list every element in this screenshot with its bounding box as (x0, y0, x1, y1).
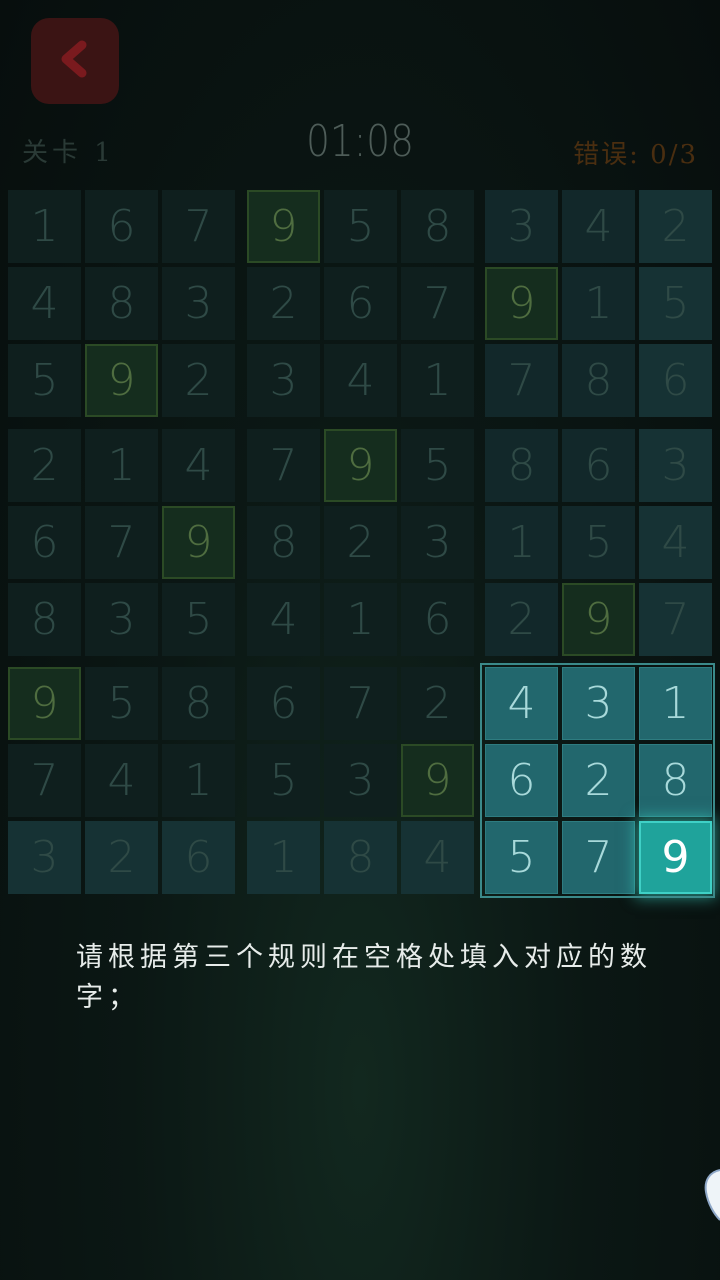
board-cell[interactable]: 5 (485, 821, 558, 894)
board-cell[interactable]: 2 (324, 506, 397, 579)
board-cell[interactable]: 1 (162, 744, 235, 817)
pointing-hand-icon (704, 1169, 720, 1221)
board-cell[interactable]: 1 (247, 821, 320, 894)
board-cell[interactable]: 5 (324, 190, 397, 263)
board-cell[interactable]: 6 (562, 429, 635, 502)
board-cell[interactable]: 8 (485, 429, 558, 502)
board-cell[interactable]: 3 (247, 344, 320, 417)
board-cell[interactable]: 3 (8, 821, 81, 894)
board-cell[interactable]: 7 (401, 267, 474, 340)
board-cell[interactable]: 1 (8, 190, 81, 263)
board-cell[interactable]: 4 (562, 190, 635, 263)
board-cell[interactable]: 5 (639, 267, 712, 340)
board-cell[interactable]: 2 (639, 190, 712, 263)
board-cell[interactable]: 7 (324, 667, 397, 740)
board-cell[interactable]: 3 (85, 583, 158, 656)
board-cell[interactable]: 7 (639, 583, 712, 656)
board-cell[interactable]: 7 (85, 506, 158, 579)
board-cell[interactable]: 4 (639, 506, 712, 579)
board-cell[interactable]: 6 (247, 667, 320, 740)
board-cell[interactable]: 8 (401, 190, 474, 263)
active-cell[interactable]: 9 (639, 821, 712, 894)
board-cell[interactable]: 9 (85, 344, 158, 417)
board-cell[interactable]: 4 (324, 344, 397, 417)
board-cell[interactable]: 2 (485, 583, 558, 656)
board-cell[interactable]: 6 (85, 190, 158, 263)
mistakes-counter: 错误: 0/3 (573, 140, 698, 170)
board-cell[interactable]: 8 (562, 344, 635, 417)
board-cell[interactable]: 2 (401, 667, 474, 740)
board-cell[interactable]: 6 (8, 506, 81, 579)
board-cell[interactable]: 8 (639, 744, 712, 817)
sudoku-screen: 关卡 1 01:08 错误: 0/3 167958342483267915592… (0, 0, 720, 1280)
board-cell[interactable]: 4 (8, 267, 81, 340)
board-cell[interactable]: 6 (162, 821, 235, 894)
board-cell[interactable]: 5 (8, 344, 81, 417)
board-cell[interactable]: 8 (324, 821, 397, 894)
board-cell[interactable]: 3 (162, 267, 235, 340)
board-cell[interactable]: 3 (324, 744, 397, 817)
board-cell[interactable]: 6 (324, 267, 397, 340)
board-cell[interactable]: 9 (562, 583, 635, 656)
board-cell[interactable]: 1 (85, 429, 158, 502)
board-cell[interactable]: 7 (8, 744, 81, 817)
board-cell[interactable]: 1 (401, 344, 474, 417)
board-cell[interactable]: 5 (162, 583, 235, 656)
board-cell[interactable]: 1 (639, 667, 712, 740)
board-cell[interactable]: 2 (162, 344, 235, 417)
board-cell[interactable]: 9 (8, 667, 81, 740)
board-cell[interactable]: 3 (401, 506, 474, 579)
board-cell[interactable]: 9 (485, 267, 558, 340)
chevron-left-icon (55, 39, 95, 83)
board-cell[interactable]: 7 (562, 821, 635, 894)
board-cell[interactable]: 4 (401, 821, 474, 894)
back-button[interactable] (31, 18, 119, 104)
board-cell[interactable]: 1 (324, 583, 397, 656)
board-cell[interactable]: 3 (639, 429, 712, 502)
board-cell[interactable]: 2 (247, 267, 320, 340)
board-cell[interactable]: 2 (85, 821, 158, 894)
board-cell[interactable]: 4 (85, 744, 158, 817)
board-cell[interactable]: 7 (162, 190, 235, 263)
instruction-text: 请根据第三个规则在空格处填入对应的数字； (76, 942, 652, 1013)
board-cell[interactable]: 8 (162, 667, 235, 740)
board-cell[interactable]: 9 (162, 506, 235, 579)
board-cell[interactable]: 5 (562, 506, 635, 579)
board-cell[interactable]: 8 (85, 267, 158, 340)
board-cell[interactable]: 7 (485, 344, 558, 417)
board-cell[interactable]: 1 (485, 506, 558, 579)
board-cell[interactable]: 8 (247, 506, 320, 579)
board-cell[interactable]: 9 (401, 744, 474, 817)
board-cell[interactable]: 7 (247, 429, 320, 502)
board-cell[interactable]: 2 (562, 744, 635, 817)
board-cell[interactable]: 3 (562, 667, 635, 740)
board-cell[interactable]: 3 (485, 190, 558, 263)
board-cell[interactable]: 9 (247, 190, 320, 263)
board-cell[interactable]: 1 (562, 267, 635, 340)
board-cell[interactable]: 5 (247, 744, 320, 817)
board-cell[interactable]: 2 (8, 429, 81, 502)
board-cell[interactable]: 4 (247, 583, 320, 656)
board-cell[interactable]: 8 (8, 583, 81, 656)
board-cell[interactable]: 4 (485, 667, 558, 740)
board-cell[interactable]: 6 (401, 583, 474, 656)
board-cell[interactable]: 6 (485, 744, 558, 817)
board-cell[interactable]: 6 (639, 344, 712, 417)
board-cell[interactable]: 4 (162, 429, 235, 502)
board-cell[interactable]: 5 (85, 667, 158, 740)
board-cell[interactable]: 9 (324, 429, 397, 502)
board-cell[interactable]: 5 (401, 429, 474, 502)
